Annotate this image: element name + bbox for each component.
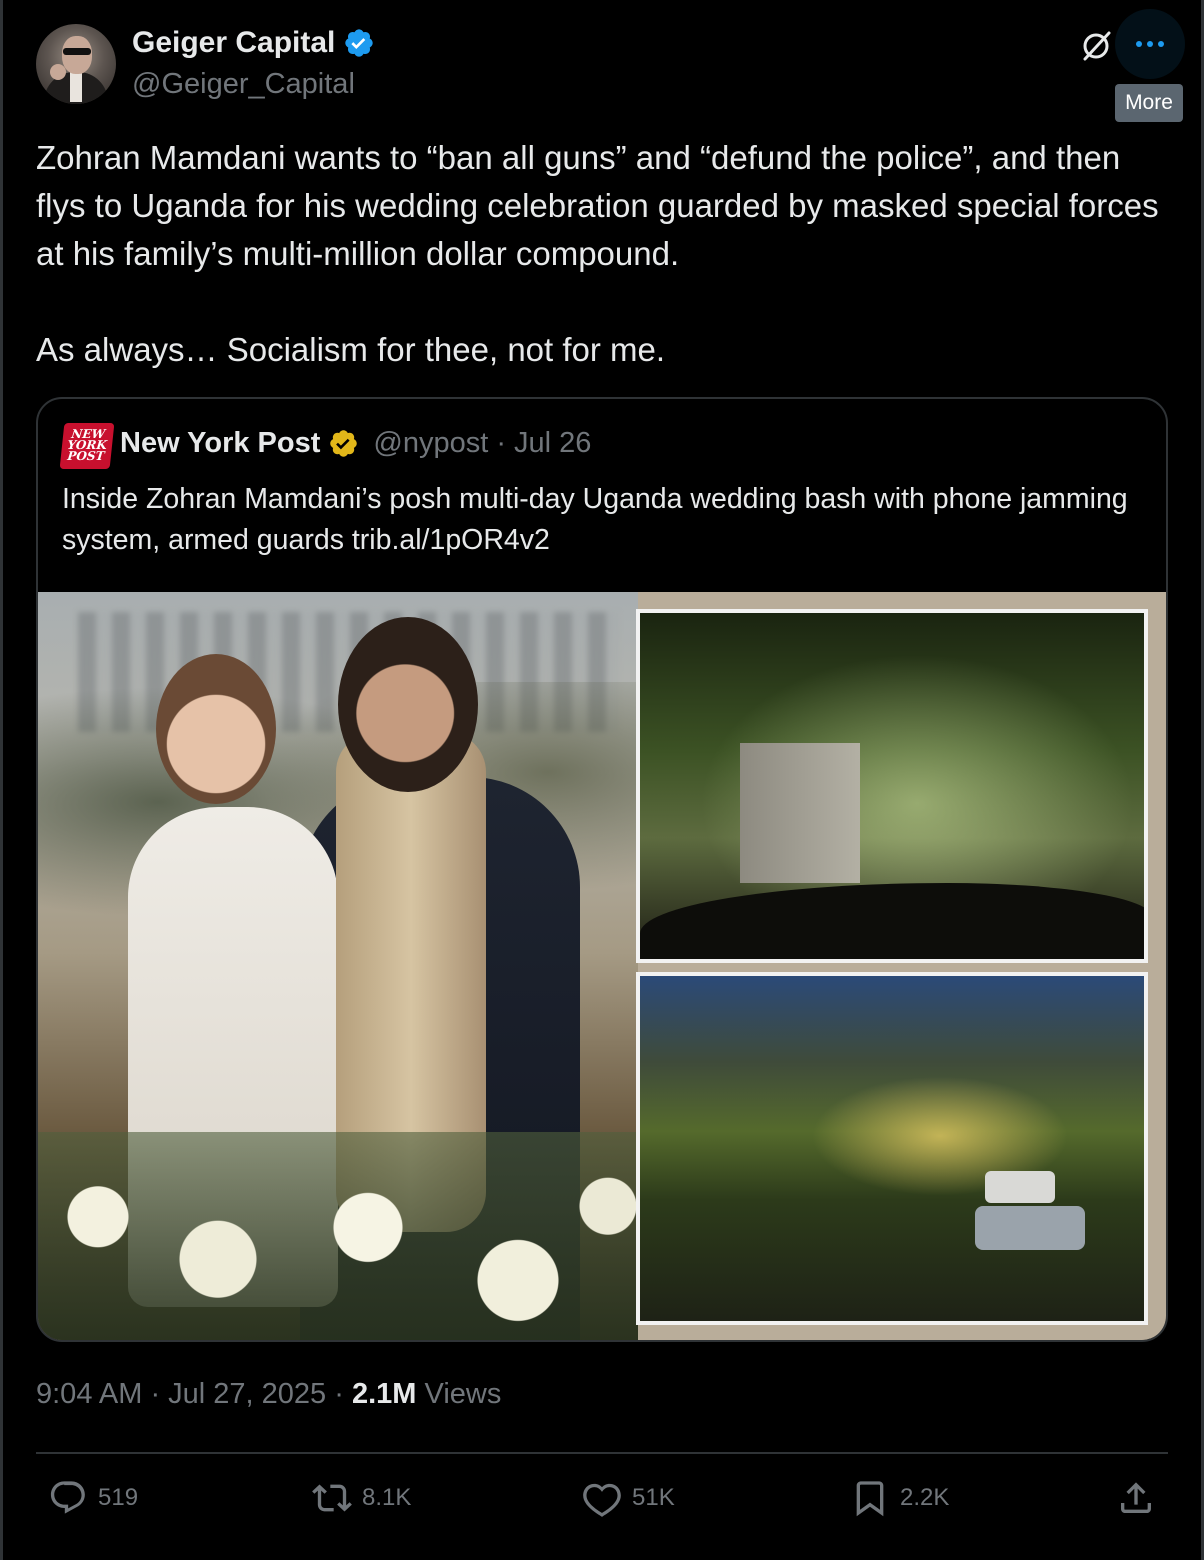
quoted-author-row: New York Post @nypost · Jul 26 [120,427,591,460]
tweet-text: Zohran Mamdani wants to “ban all guns” a… [36,139,1159,368]
like-count: 51K [632,1484,675,1511]
share-button[interactable] [1116,1478,1156,1518]
timestamp[interactable]: 9:04 AM · Jul 27, 2025 · [36,1378,352,1410]
author-name[interactable]: Geiger Capital [132,26,335,60]
quoted-handle-date: @nypost · Jul 26 [373,427,592,459]
bookmark-button[interactable]: 2.2K [850,1478,949,1518]
verified-badge-icon[interactable] [343,27,375,59]
more-options-button[interactable] [1115,9,1185,79]
quoted-media-image[interactable] [38,592,1166,1340]
gold-verified-badge-icon[interactable] [328,428,359,459]
reply-icon [50,1481,85,1514]
author-avatar[interactable] [36,24,116,104]
nypost-avatar[interactable]: NEW YORK POST [59,423,115,469]
ellipsis-icon [1136,41,1164,47]
repost-button[interactable]: 8.1K [312,1478,411,1518]
like-button[interactable]: 51K [582,1478,675,1518]
compound-street-night-photo [636,972,1148,1325]
bookmark-count: 2.2K [900,1484,950,1511]
bookmark-icon [856,1481,884,1517]
quoted-tweet[interactable]: NEW YORK POST New York Post @nypost · Jul … [36,397,1168,1342]
divider [36,1452,1168,1454]
compound-gate-night-photo [636,609,1148,963]
grok-icon[interactable] [1079,29,1113,63]
wedding-couple-photo [38,592,638,1340]
share-icon [1121,1482,1151,1513]
reply-button[interactable]: 519 [48,1478,138,1518]
reply-count: 519 [98,1484,139,1511]
quoted-text: Inside Zohran Mamdani’s posh multi-day U… [62,483,1128,556]
heart-icon [583,1483,621,1517]
more-tooltip: More [1115,84,1183,122]
views-label: Views [416,1378,502,1410]
author-name-row: Geiger Capital [132,26,375,60]
repost-icon [312,1484,352,1512]
tweet-meta: 9:04 AM · Jul 27, 2025 · 2.1M Views [36,1378,501,1411]
repost-count: 8.1K [362,1484,412,1511]
views-count: 2.1M [351,1378,417,1410]
author-handle[interactable]: @Geiger_Capital [132,68,355,101]
quoted-author-name[interactable]: New York Post [120,427,320,460]
action-bar: 519 8.1K 51K 2.2K [0,1478,1204,1528]
